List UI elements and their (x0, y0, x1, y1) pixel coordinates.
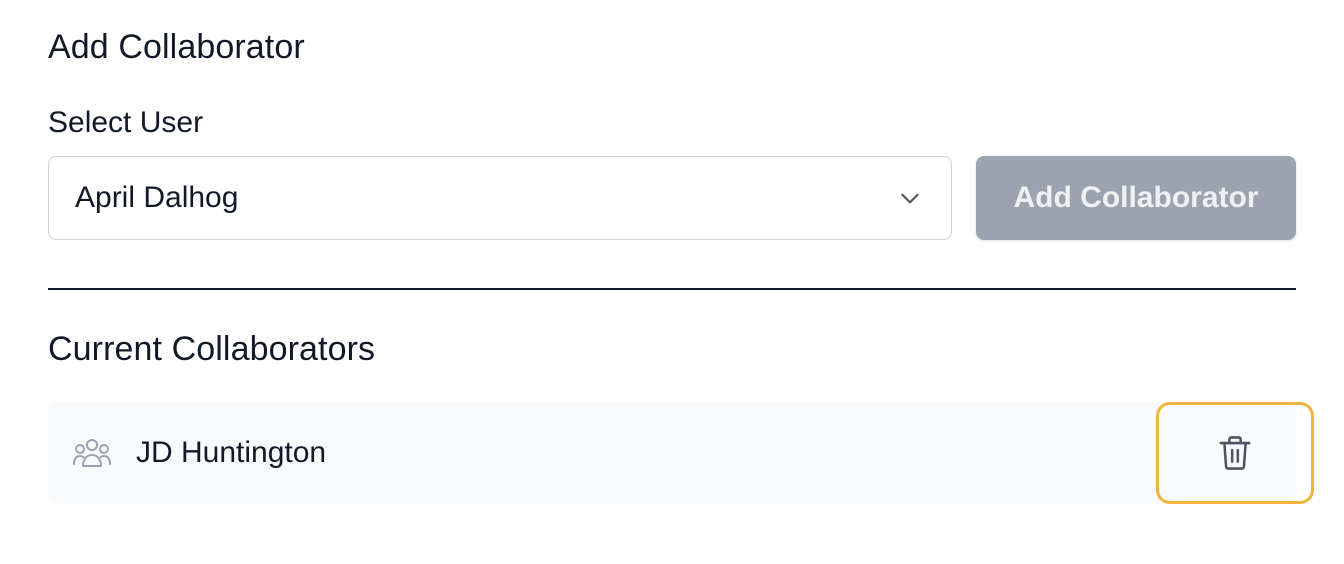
chevron-down-icon (901, 193, 919, 204)
users-icon (73, 439, 111, 467)
collaborator-row: JD Huntington (48, 402, 1314, 504)
section-divider (48, 288, 1296, 290)
current-collaborators-heading: Current Collaborators (48, 330, 376, 368)
add-collaborator-button[interactable]: Add Collaborator (976, 156, 1296, 240)
selected-user-value: April Dalhog (75, 181, 239, 214)
user-select[interactable]: April Dalhog (48, 156, 952, 240)
select-user-label: Select User (48, 106, 204, 139)
add-collaborator-heading: Add Collaborator (48, 28, 305, 66)
trash-icon (1219, 436, 1251, 470)
collaborator-name: JD Huntington (136, 436, 327, 469)
remove-collaborator-button[interactable] (1156, 402, 1314, 504)
